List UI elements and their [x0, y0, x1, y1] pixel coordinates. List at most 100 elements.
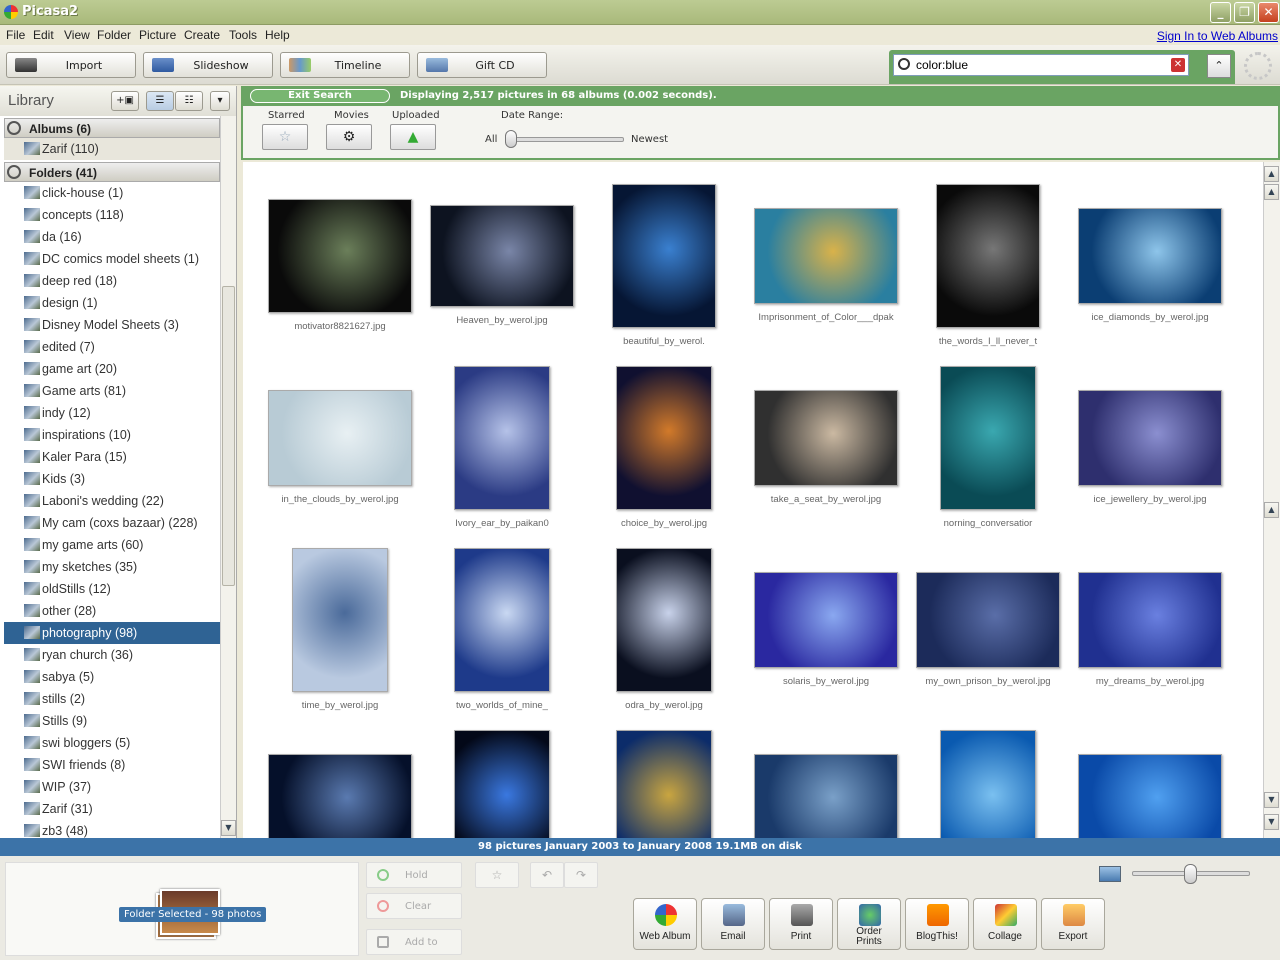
uploaded-filter-button[interactable]: ▲	[390, 124, 436, 150]
menu-tools[interactable]: Tools	[229, 28, 257, 42]
photo-thumbnail[interactable]: Imprisonment_of_Color___dpak	[754, 208, 898, 323]
folder-item[interactable]: ryan church (36)	[4, 644, 220, 666]
folder-item[interactable]: stills (2)	[4, 688, 220, 710]
photo-thumbnail[interactable]: motivator8821627.jpg	[268, 199, 412, 332]
search-input[interactable]	[916, 57, 1156, 73]
folders-section-header[interactable]: Folders (41)	[4, 162, 220, 182]
folder-item[interactable]: deep red (18)	[4, 270, 220, 292]
photo-thumbnail[interactable]: time_by_werol.jpg	[292, 548, 388, 711]
photo-thumbnail[interactable]	[754, 754, 898, 838]
photo-thumbnail[interactable]: beautiful_by_werol.	[612, 184, 716, 347]
sidebar-scroll-thumb[interactable]	[222, 286, 235, 586]
menu-edit[interactable]: Edit	[33, 28, 54, 42]
photo-thumbnail[interactable]: ice_diamonds_by_werol.jpg	[1078, 208, 1222, 323]
close-button[interactable]: ✕	[1258, 2, 1279, 23]
folder-item[interactable]: My cam (coxs bazaar) (228)	[4, 512, 220, 534]
list-view-button[interactable]: ☰	[146, 91, 174, 111]
folder-item[interactable]: Laboni's wedding (22)	[4, 490, 220, 512]
menu-file[interactable]: File	[6, 28, 25, 42]
folder-item[interactable]: Kaler Para (15)	[4, 446, 220, 468]
thumbnail-size-slider[interactable]	[1184, 864, 1197, 884]
photo-thumbnail[interactable]: my_dreams_by_werol.jpg	[1078, 572, 1222, 687]
rotate-right-button[interactable]: ↷	[564, 862, 598, 888]
album-item[interactable]: Zarif (110)	[4, 138, 220, 160]
export-button[interactable]: Export	[1041, 898, 1105, 950]
clear-button[interactable]: Clear	[366, 893, 462, 919]
folder-item[interactable]: my game arts (60)	[4, 534, 220, 556]
menu-create[interactable]: Create	[184, 28, 220, 42]
folder-item[interactable]: design (1)	[4, 292, 220, 314]
collage-button[interactable]: Collage	[973, 898, 1037, 950]
photo-thumbnail[interactable]	[454, 730, 550, 838]
folder-item[interactable]: swi bloggers (5)	[4, 732, 220, 754]
scroll-page-down-button[interactable]: ▼	[1264, 792, 1279, 808]
menu-help[interactable]: Help	[265, 28, 290, 42]
new-album-button[interactable]: +▣	[111, 91, 139, 111]
folder-item[interactable]: photography (98)	[4, 622, 220, 644]
photo-thumbnail[interactable]: norning_conversatior	[940, 366, 1036, 529]
folder-item[interactable]: Stills (9)	[4, 710, 220, 732]
photo-thumbnail[interactable]: two_worlds_of_mine_	[454, 548, 550, 711]
rotate-left-button[interactable]: ↶	[530, 862, 564, 888]
folder-item[interactable]: Game arts (81)	[4, 380, 220, 402]
grid-scrollbar[interactable]: ▲ ▲ ▲ ▼ ▼	[1263, 162, 1280, 838]
clear-search-icon[interactable]: ✕	[1171, 58, 1185, 72]
folder-item[interactable]: SWI friends (8)	[4, 754, 220, 776]
photo-thumbnail[interactable]: Ivory_ear_by_paikan0	[454, 366, 550, 529]
movies-filter-button[interactable]: ⚙	[326, 124, 372, 150]
folder-item[interactable]: other (28)	[4, 600, 220, 622]
gift-cd-button[interactable]: Gift CD	[417, 52, 547, 78]
folder-item[interactable]: DC comics model sheets (1)	[4, 248, 220, 270]
maximize-button[interactable]: ❐	[1234, 2, 1255, 23]
slideshow-button[interactable]: Slideshow	[143, 52, 273, 78]
folder-item[interactable]: inspirations (10)	[4, 424, 220, 446]
menu-view[interactable]: View	[64, 28, 90, 42]
sidebar-scrollbar[interactable]: ▼	[220, 116, 236, 838]
folder-item[interactable]: Disney Model Sheets (3)	[4, 314, 220, 336]
photo-thumbnail[interactable]	[268, 754, 412, 838]
starred-filter-button[interactable]: ☆	[262, 124, 308, 150]
folder-item[interactable]: edited (7)	[4, 336, 220, 358]
date-range-slider[interactable]	[505, 130, 517, 148]
folder-item[interactable]: sabya (5)	[4, 666, 220, 688]
folder-item[interactable]: concepts (118)	[4, 204, 220, 226]
email-button[interactable]: Email	[701, 898, 765, 950]
library-menu-button[interactable]: ▾	[210, 91, 230, 111]
folder-item[interactable]: oldStills (12)	[4, 578, 220, 600]
scroll-top-button[interactable]: ▲	[1264, 166, 1279, 182]
folder-item[interactable]: game art (20)	[4, 358, 220, 380]
folder-item[interactable]: click-house (1)	[4, 182, 220, 204]
star-button[interactable]: ☆	[475, 862, 519, 888]
folder-item[interactable]: Kids (3)	[4, 468, 220, 490]
timeline-button[interactable]: Timeline	[280, 52, 410, 78]
search-field[interactable]: ✕	[893, 54, 1189, 76]
photo-thumbnail[interactable]: take_a_seat_by_werol.jpg	[754, 390, 898, 505]
folder-item[interactable]: zb3 (48)	[4, 820, 220, 838]
menu-picture[interactable]: Picture	[139, 28, 176, 42]
hold-button[interactable]: Hold	[366, 862, 462, 888]
photo-thumbnail[interactable]: the_words_I_ll_never_t	[936, 184, 1040, 347]
collapse-search-button[interactable]: ⌃	[1207, 54, 1231, 78]
photo-thumbnail[interactable]	[616, 730, 712, 838]
photo-thumbnail[interactable]	[940, 730, 1036, 838]
folder-item[interactable]: my sketches (35)	[4, 556, 220, 578]
import-button[interactable]: Import	[6, 52, 136, 78]
folder-item[interactable]: WIP (37)	[4, 776, 220, 798]
photo-thumbnail[interactable]: Heaven_by_werol.jpg	[430, 205, 574, 326]
scroll-page-up-button[interactable]: ▲	[1264, 184, 1279, 200]
sign-in-link[interactable]: Sign In to Web Albums	[1157, 29, 1278, 43]
exit-search-button[interactable]: Exit Search	[250, 89, 390, 103]
scroll-bottom-button[interactable]: ▼	[1264, 814, 1279, 830]
photo-thumbnail[interactable]: my_own_prison_by_werol.jpg	[916, 572, 1060, 687]
folder-item[interactable]: Zarif (31)	[4, 798, 220, 820]
folder-item[interactable]: indy (12)	[4, 402, 220, 424]
date-range-track[interactable]	[509, 137, 624, 142]
scroll-thumb[interactable]: ▲	[1264, 502, 1279, 518]
print-button[interactable]: Print	[769, 898, 833, 950]
tree-view-button[interactable]: ☷	[175, 91, 203, 111]
order-prints-button[interactable]: Order Prints	[837, 898, 901, 950]
photo-thumbnail[interactable]: solaris_by_werol.jpg	[754, 572, 898, 687]
add-to-button[interactable]: Add to	[366, 929, 462, 955]
blogthis-button[interactable]: BlogThis!	[905, 898, 969, 950]
photo-thumbnail[interactable]: in_the_clouds_by_werol.jpg	[268, 390, 412, 505]
